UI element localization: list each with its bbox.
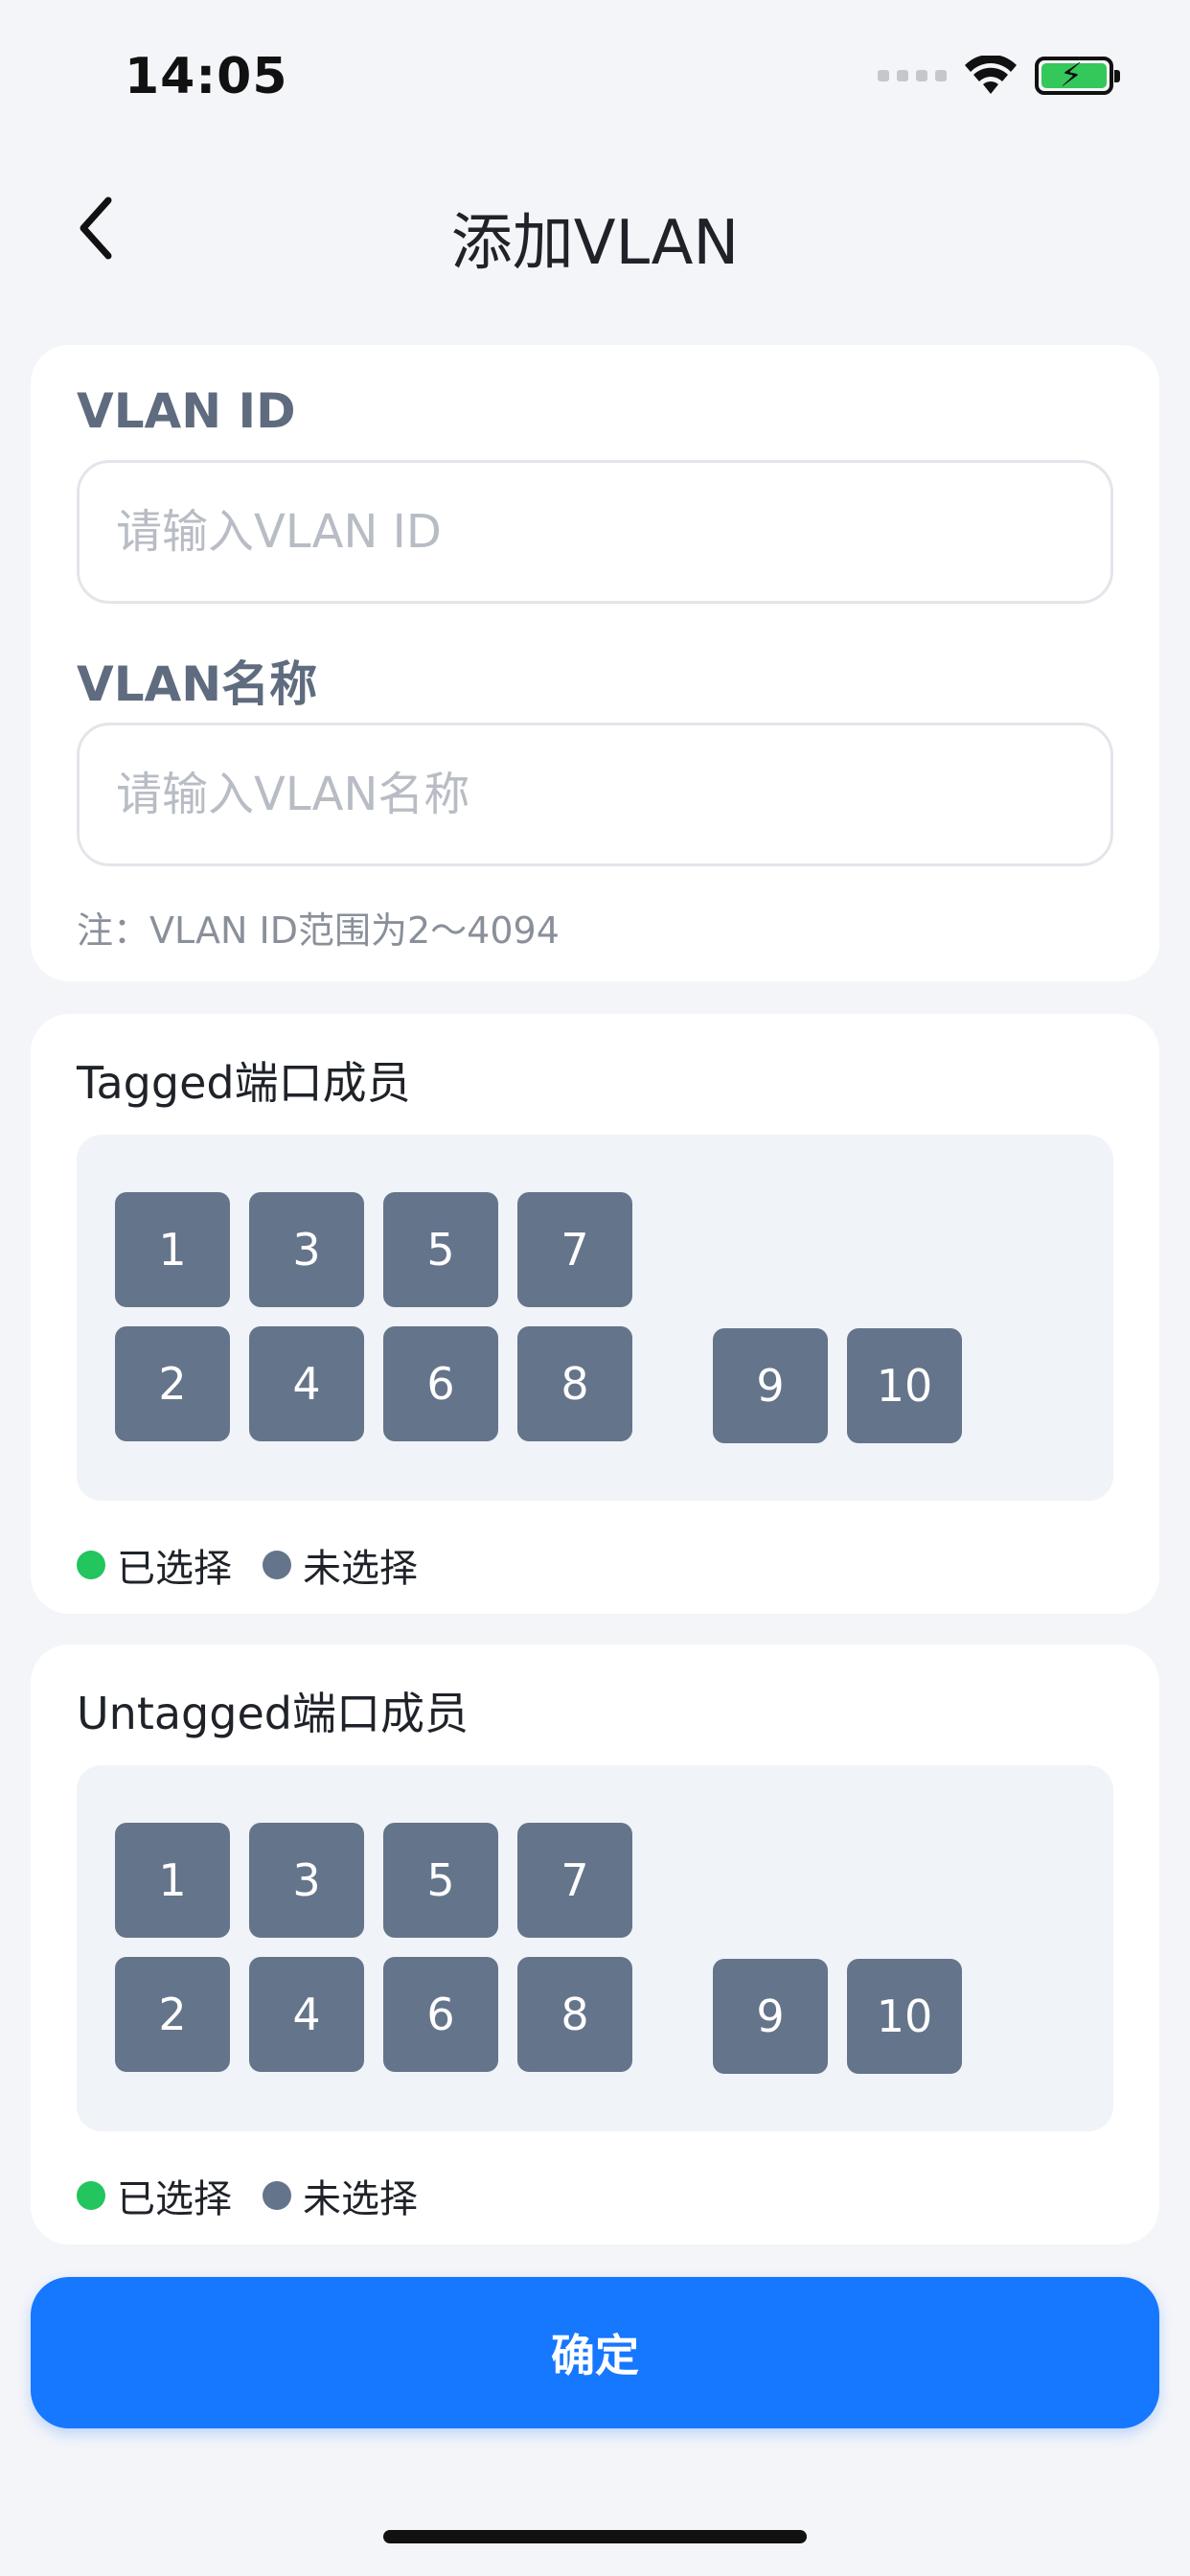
untagged-port-9[interactable]: 9 (713, 1959, 828, 2074)
home-indicator (383, 2530, 807, 2543)
status-time: 14:05 (125, 48, 288, 105)
wifi-icon (965, 56, 1017, 94)
untagged-ports-card: Untagged端口成员 1 2 3 4 5 6 7 8 9 10 已选择 未选… (31, 1644, 1159, 2244)
legend-selected-label: 已选择 (117, 1547, 232, 1591)
legend-unselected: 未选择 (263, 2168, 418, 2223)
cellular-signal-icon (878, 70, 947, 81)
vlan-name-input[interactable] (77, 723, 1113, 866)
vlan-id-range-note: 注：VLAN ID范围为2～4094 (77, 909, 560, 952)
tagged-port-9[interactable]: 9 (713, 1328, 828, 1443)
tagged-port-3[interactable]: 3 (249, 1192, 364, 1307)
tagged-port-6[interactable]: 6 (383, 1326, 498, 1441)
unselected-dot-icon (263, 1551, 291, 1579)
untagged-section-title: Untagged端口成员 (77, 1688, 469, 1739)
vlan-id-label: VLAN ID (77, 383, 296, 439)
legend-unselected-label: 未选择 (303, 1547, 418, 1591)
untagged-port-3[interactable]: 3 (249, 1823, 364, 1938)
confirm-button[interactable]: 确定 (31, 2277, 1159, 2428)
untagged-legend: 已选择 未选择 (77, 2168, 448, 2223)
tagged-port-8[interactable]: 8 (517, 1326, 632, 1441)
battery-charging-icon: ⚡ (1035, 57, 1120, 95)
vlan-id-input[interactable] (77, 460, 1113, 604)
untagged-port-8[interactable]: 8 (517, 1957, 632, 2072)
untagged-port-2[interactable]: 2 (115, 1957, 230, 2072)
nav-bar: 添加VLAN (0, 172, 1190, 288)
page-title: 添加VLAN (450, 208, 740, 279)
untagged-port-10[interactable]: 10 (847, 1959, 962, 2074)
tagged-port-7[interactable]: 7 (517, 1192, 632, 1307)
vlan-form-card: VLAN ID VLAN名称 注：VLAN ID范围为2～4094 (31, 345, 1159, 981)
legend-unselected-label: 未选择 (303, 2177, 418, 2221)
tagged-legend: 已选择 未选择 (77, 1537, 448, 1593)
tagged-port-2[interactable]: 2 (115, 1326, 230, 1441)
legend-unselected: 未选择 (263, 1537, 418, 1593)
legend-selected: 已选择 (77, 1537, 232, 1593)
untagged-port-5[interactable]: 5 (383, 1823, 498, 1938)
tagged-port-1[interactable]: 1 (115, 1192, 230, 1307)
selected-dot-icon (77, 1551, 105, 1579)
status-icons: ⚡ (878, 56, 1120, 96)
tagged-ports-card: Tagged端口成员 1 2 3 4 5 6 7 8 9 10 已选择 未选择 (31, 1014, 1159, 1614)
untagged-port-7[interactable]: 7 (517, 1823, 632, 1938)
untagged-port-panel: 1 2 3 4 5 6 7 8 9 10 (77, 1765, 1113, 2131)
legend-selected-label: 已选择 (117, 2177, 232, 2221)
unselected-dot-icon (263, 2181, 291, 2210)
tagged-port-10[interactable]: 10 (847, 1328, 962, 1443)
tagged-port-5[interactable]: 5 (383, 1192, 498, 1307)
tagged-port-panel: 1 2 3 4 5 6 7 8 9 10 (77, 1135, 1113, 1501)
status-bar: 14:05 ⚡ (0, 0, 1190, 144)
untagged-port-1[interactable]: 1 (115, 1823, 230, 1938)
tagged-section-title: Tagged端口成员 (77, 1057, 411, 1109)
tagged-port-4[interactable]: 4 (249, 1326, 364, 1441)
legend-selected: 已选择 (77, 2168, 232, 2223)
selected-dot-icon (77, 2181, 105, 2210)
untagged-port-4[interactable]: 4 (249, 1957, 364, 2072)
vlan-name-label: VLAN名称 (77, 656, 318, 712)
untagged-port-6[interactable]: 6 (383, 1957, 498, 2072)
